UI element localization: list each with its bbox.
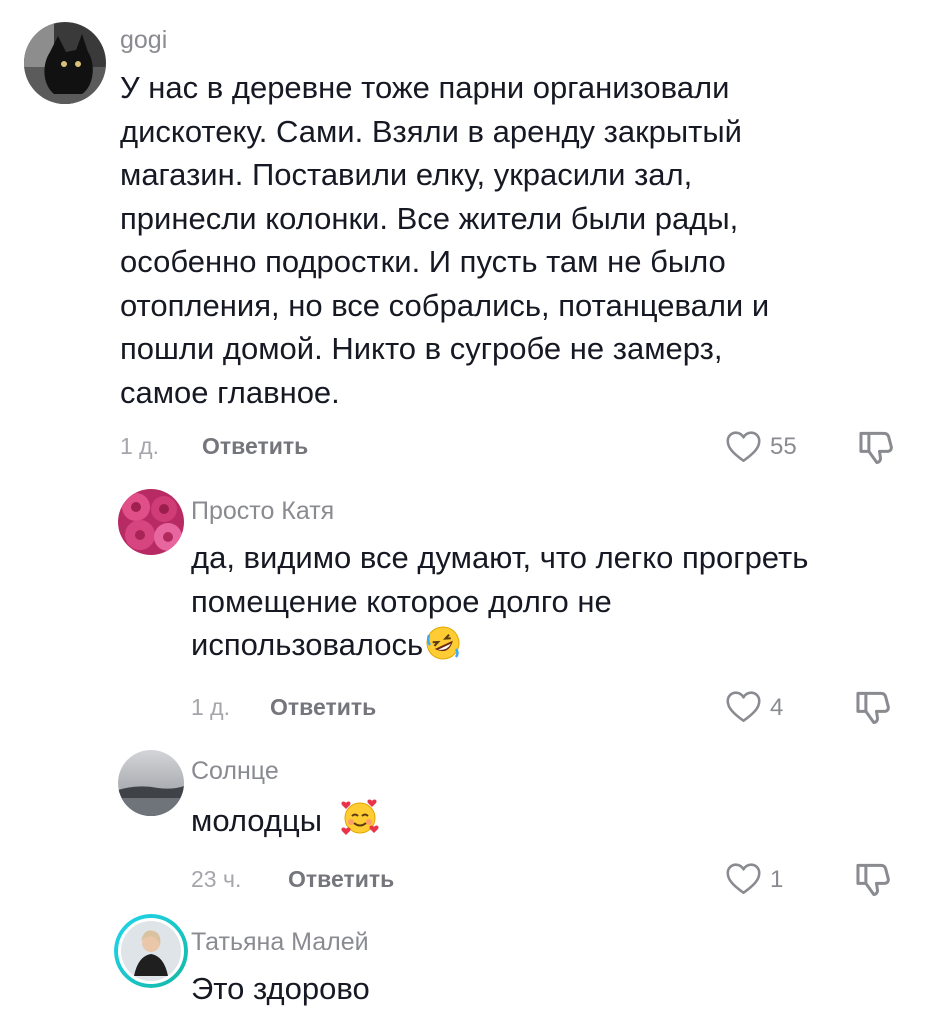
smiling-face-with-hearts-emoji: [341, 799, 379, 835]
rolling-on-floor-laughing-emoji: [426, 626, 460, 660]
avatar[interactable]: [114, 914, 188, 988]
comment-text: У нас в деревне тоже парни организовали …: [120, 70, 770, 410]
like-count: 4: [770, 694, 784, 721]
comment-text: молодцы: [191, 797, 380, 843]
comment-text: Это здорово: [191, 971, 370, 1006]
heart-icon[interactable]: [725, 690, 762, 723]
reply-button[interactable]: Ответить: [288, 866, 394, 893]
dislike-icon[interactable]: [857, 427, 895, 465]
username[interactable]: gogi: [120, 26, 167, 55]
like-count: 1: [770, 866, 784, 893]
dislike-icon[interactable]: [854, 687, 892, 725]
timestamp: 1 д.: [120, 433, 159, 459]
avatar[interactable]: [118, 750, 184, 816]
username[interactable]: Просто Катя: [191, 497, 334, 526]
heart-icon[interactable]: [725, 862, 762, 895]
timestamp: 23 ч.: [191, 866, 242, 892]
cat-photo-icon: [24, 22, 106, 104]
reply-button[interactable]: Ответить: [202, 433, 308, 460]
like-count: 55: [770, 433, 797, 460]
username[interactable]: Солнце: [191, 757, 279, 786]
avatar[interactable]: [118, 489, 184, 555]
username[interactable]: Татьяна Малей: [191, 928, 369, 957]
heart-icon[interactable]: [725, 430, 762, 463]
timestamp: 1 д.: [191, 694, 230, 720]
profile-photo-story-ring-icon: [114, 914, 188, 988]
comment-text: да, видимо все думают, что легко прогрет…: [191, 536, 808, 667]
dislike-icon[interactable]: [854, 859, 892, 897]
landscape-photo-icon: [118, 750, 184, 816]
roses-photo-icon: [118, 489, 184, 555]
reply-button[interactable]: Ответить: [270, 694, 376, 721]
avatar[interactable]: [24, 22, 106, 104]
